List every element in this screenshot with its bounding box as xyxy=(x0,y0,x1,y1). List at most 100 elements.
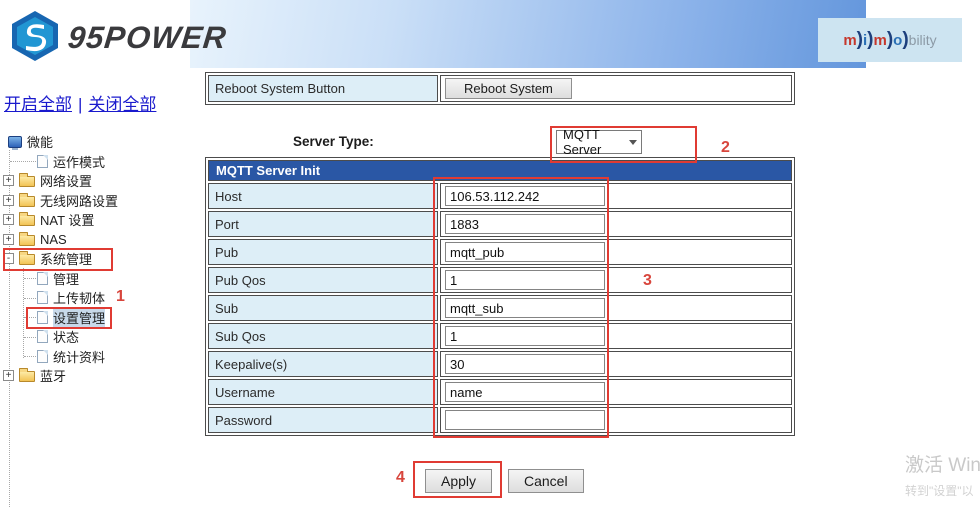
table-row: Username xyxy=(208,379,792,405)
expand-icon[interactable]: + xyxy=(3,175,14,186)
keepalive-input[interactable] xyxy=(445,354,605,374)
collapse-icon[interactable]: - xyxy=(3,253,14,264)
brand-logo: 95POWER xyxy=(8,10,227,66)
table-row: Host xyxy=(208,183,792,209)
mimobility-logo: m)i)m)o)bility xyxy=(818,18,962,62)
brand-logo-text: 95POWER xyxy=(66,20,228,56)
table-row: Sub Qos xyxy=(208,323,792,349)
sub-qos-label: Sub Qos xyxy=(208,323,438,349)
document-icon xyxy=(37,272,48,285)
apply-button[interactable]: Apply xyxy=(425,469,492,493)
document-icon xyxy=(37,155,48,168)
password-label: Password xyxy=(208,407,438,433)
pub-input[interactable] xyxy=(445,242,605,262)
sidebar-item-network-settings[interactable]: + 网络设置 xyxy=(0,171,200,191)
sidebar-item-label: NAS xyxy=(40,232,67,247)
watermark-line2: 转到"设置"以 xyxy=(905,482,980,499)
document-icon xyxy=(37,350,48,363)
sidebar-item-label: 管理 xyxy=(53,269,79,288)
password-input[interactable] xyxy=(445,410,605,430)
collapse-all-link[interactable]: 关闭全部 xyxy=(88,95,156,114)
username-input[interactable] xyxy=(445,382,605,402)
windows-activation-watermark: 激活 Win 转到"设置"以 xyxy=(905,450,980,499)
table-row: Port xyxy=(208,211,792,237)
pub-qos-label: Pub Qos xyxy=(208,267,438,293)
expand-icon[interactable]: + xyxy=(3,370,14,381)
table-row: Password xyxy=(208,407,792,433)
host-label: Host xyxy=(208,183,438,209)
document-icon xyxy=(37,291,48,304)
sidebar-item-wireless-settings[interactable]: + 无线网路设置 xyxy=(0,191,200,211)
sidebar-item-nat-settings[interactable]: + NAT 设置 xyxy=(0,210,200,230)
document-icon xyxy=(37,330,48,343)
folder-icon xyxy=(19,371,35,382)
sidebar-item-label: 微能 xyxy=(27,132,53,151)
sidebar-item-label: 无线网路设置 xyxy=(40,191,118,210)
sidebar-item-label: 网络设置 xyxy=(40,171,92,190)
sidebar-item-label: 蓝牙 xyxy=(40,366,66,385)
pub-label: Pub xyxy=(208,239,438,265)
table-row: Pub xyxy=(208,239,792,265)
expand-icon[interactable]: + xyxy=(3,214,14,225)
expand-all-link[interactable]: 开启全部 xyxy=(4,95,72,114)
sidebar-item-status[interactable]: 状态 xyxy=(0,327,200,347)
server-type-select[interactable]: MQTT Server xyxy=(556,130,642,154)
sub-qos-input[interactable] xyxy=(445,326,605,346)
mimo-part: o xyxy=(893,32,902,49)
header-banner xyxy=(190,0,866,68)
chevron-down-icon xyxy=(629,140,637,145)
computer-icon xyxy=(8,136,22,148)
sidebar-item-label: NAT 设置 xyxy=(40,210,94,229)
mqtt-server-table: MQTT Server Init Host Port Pub Pub Qos S… xyxy=(205,157,795,436)
sidebar-item-settings-management[interactable]: 设置管理 xyxy=(0,308,200,328)
reboot-table: Reboot System Button Reboot System xyxy=(205,72,795,105)
mimo-part: m xyxy=(843,32,856,49)
sidebar-item-label: 状态 xyxy=(53,327,79,346)
sidebar-item-label: 设置管理 xyxy=(53,308,105,327)
sub-label: Sub xyxy=(208,295,438,321)
folder-icon xyxy=(19,235,35,246)
open-folder-icon xyxy=(19,254,35,265)
folder-icon xyxy=(19,176,35,187)
annotation-number-2: 2 xyxy=(721,139,730,157)
reboot-system-button[interactable]: Reboot System xyxy=(445,78,572,99)
mqtt-table-header: MQTT Server Init xyxy=(208,160,792,181)
folder-icon xyxy=(19,215,35,226)
sidebar-item-upload-firmware[interactable]: 上传韧体 xyxy=(0,288,200,308)
server-type-value: MQTT Server xyxy=(563,127,629,157)
sidebar-item-label: 系统管理 xyxy=(40,249,92,268)
table-row: Keepalive(s) xyxy=(208,351,792,377)
annotation-number-1: 1 xyxy=(116,288,125,306)
pub-qos-input[interactable] xyxy=(445,270,605,290)
reboot-label: Reboot System Button xyxy=(208,75,438,102)
annotation-number-3: 3 xyxy=(643,272,652,290)
expand-icon[interactable]: + xyxy=(3,234,14,245)
annotation-number-4: 4 xyxy=(396,469,405,487)
sidebar-item-operation-mode[interactable]: 运作模式 xyxy=(0,152,200,172)
sidebar-item-nas[interactable]: + NAS xyxy=(0,230,200,250)
tree-controls: 开启全部|关闭全部 xyxy=(4,90,156,115)
sidebar-item-statistics[interactable]: 统计资料 xyxy=(0,347,200,367)
username-label: Username xyxy=(208,379,438,405)
keepalive-label: Keepalive(s) xyxy=(208,351,438,377)
brand-logo-icon xyxy=(8,9,62,68)
sidebar-item-bluetooth[interactable]: + 蓝牙 xyxy=(0,366,200,386)
sidebar-item-weineng[interactable]: 微能 xyxy=(0,132,200,152)
table-row: Sub xyxy=(208,295,792,321)
mimo-part: bility xyxy=(909,32,937,48)
table-row: Pub Qos xyxy=(208,267,792,293)
sidebar-item-label: 统计资料 xyxy=(53,347,105,366)
sidebar-item-label: 上传韧体 xyxy=(53,288,105,307)
watermark-line1: 激活 Win xyxy=(905,450,980,477)
server-type-label: Server Type: xyxy=(293,134,374,149)
expand-icon[interactable]: + xyxy=(3,195,14,206)
sub-input[interactable] xyxy=(445,298,605,318)
port-input[interactable] xyxy=(445,214,605,234)
reboot-row: Reboot System Button Reboot System xyxy=(208,75,792,102)
folder-icon xyxy=(19,196,35,207)
cancel-button[interactable]: Cancel xyxy=(508,469,584,493)
sidebar-tree: 微能 运作模式 + 网络设置 + 无线网路设置 + NAT 设置 + NAS -… xyxy=(0,132,200,386)
sidebar-item-management[interactable]: 管理 xyxy=(0,269,200,289)
sidebar-item-system-management[interactable]: - 系统管理 xyxy=(0,249,200,269)
host-input[interactable] xyxy=(445,186,605,206)
